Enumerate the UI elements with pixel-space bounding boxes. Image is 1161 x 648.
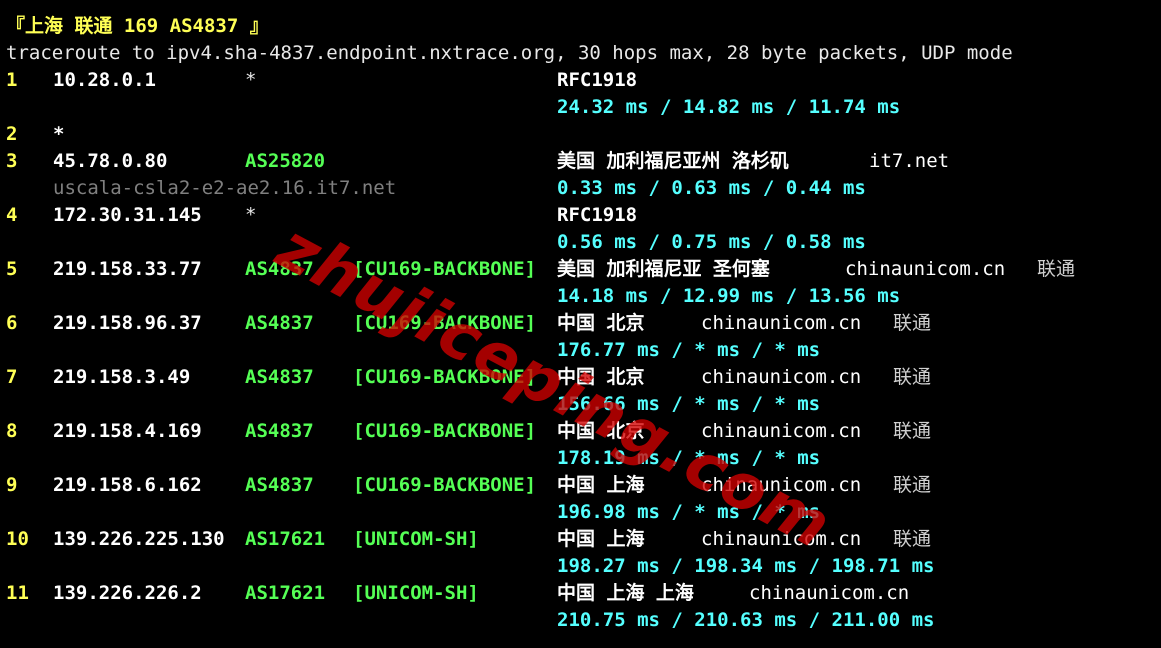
hop-ip: 219.158.33.77: [53, 258, 202, 280]
hop-rtt: 210.75 ms / 210.63 ms / 211.00 ms: [557, 609, 935, 631]
hop-geo: 美国 加利福尼亚州 洛杉矶: [557, 150, 789, 172]
hop-org: it7.net: [869, 150, 950, 172]
hop-isp: 联通: [893, 420, 932, 442]
hop-rtt: 156.66 ms / * ms / * ms: [557, 393, 821, 415]
hop-number: 7: [6, 366, 18, 388]
hop-isp: 联通: [893, 366, 932, 388]
hop-geo: 美国 加利福尼亚 圣何塞: [557, 258, 770, 280]
hop-tag: [CU169-BACKBONE]: [353, 420, 537, 442]
terminal-window: 『上海 联通 169 AS4837 』 traceroute to ipv4.s…: [0, 0, 1161, 648]
hop-number: 3: [6, 150, 18, 172]
hop-geo: 中国 北京: [557, 420, 645, 442]
hop-asn: AS17621: [245, 528, 326, 550]
hop-geo: RFC1918: [557, 69, 638, 91]
hop-asn: AS4837: [245, 312, 314, 334]
hop-number: 2: [6, 123, 18, 145]
hop-isp: 联通: [893, 474, 932, 496]
hop-number: 1: [6, 69, 18, 91]
hop-geo: 中国 上海: [557, 474, 645, 496]
hop-geo: RFC1918: [557, 204, 638, 226]
hop-ip: 219.158.6.162: [53, 474, 202, 496]
hop-asn: AS4837: [245, 420, 314, 442]
hop-org: chinaunicom.cn: [701, 474, 862, 496]
hop-tag: [UNICOM-SH]: [353, 528, 479, 550]
hop-org: chinaunicom.cn: [749, 582, 910, 604]
hop-ip: 219.158.4.169: [53, 420, 202, 442]
hop-rtt: 0.33 ms / 0.63 ms / 0.44 ms: [557, 177, 866, 199]
hop-asn: AS17621: [245, 582, 326, 604]
hop-rtt: 178.19 ms / * ms / * ms: [557, 447, 821, 469]
hop-geo: 中国 上海: [557, 528, 645, 550]
hop-asn: AS4837: [245, 474, 314, 496]
hop-asn: AS25820: [245, 150, 326, 172]
hop-geo: 中国 北京: [557, 312, 645, 334]
hop-tag: [CU169-BACKBONE]: [353, 312, 537, 334]
hop-ip: 172.30.31.145: [53, 204, 202, 226]
hop-rtt: 196.98 ms / * ms / * ms: [557, 501, 821, 523]
hop-number: 4: [6, 204, 18, 226]
hop-asn: AS4837: [245, 366, 314, 388]
hop-number: 8: [6, 420, 18, 442]
hop-asn: *: [245, 69, 257, 91]
hop-isp: 联通: [893, 528, 932, 550]
trace-title: 『上海 联通 169 AS4837 』: [6, 15, 269, 37]
hop-number: 5: [6, 258, 18, 280]
hop-tag: [CU169-BACKBONE]: [353, 474, 537, 496]
hop-geo: 中国 北京: [557, 366, 645, 388]
hop-ip: 139.226.225.130: [53, 528, 225, 550]
hop-rtt: 0.56 ms / 0.75 ms / 0.58 ms: [557, 231, 866, 253]
hop-isp: 联通: [1037, 258, 1076, 280]
hop-number: 11: [6, 582, 29, 604]
hop-rtt: 14.18 ms / 12.99 ms / 13.56 ms: [557, 285, 901, 307]
hop-ip: 219.158.96.37: [53, 312, 202, 334]
hop-org: chinaunicom.cn: [845, 258, 1006, 280]
hop-org: chinaunicom.cn: [701, 528, 862, 550]
hop-ip: 219.158.3.49: [53, 366, 191, 388]
hop-number: 10: [6, 528, 29, 550]
hop-rtt: 176.77 ms / * ms / * ms: [557, 339, 821, 361]
hop-org: chinaunicom.cn: [701, 366, 862, 388]
hop-asn: *: [245, 204, 257, 226]
hop-rdns: uscala-csla2-e2-ae2.16.it7.net: [53, 177, 397, 199]
hop-isp: 联通: [893, 312, 932, 334]
hop-tag: [CU169-BACKBONE]: [353, 366, 537, 388]
hop-asn: AS4837: [245, 258, 314, 280]
hop-org: chinaunicom.cn: [701, 420, 862, 442]
hop-tag: [UNICOM-SH]: [353, 582, 479, 604]
hop-ip: 45.78.0.80: [53, 150, 168, 172]
hop-ip: *: [53, 123, 65, 145]
hop-tag: [CU169-BACKBONE]: [353, 258, 537, 280]
traceroute-header: traceroute to ipv4.sha-4837.endpoint.nxt…: [6, 42, 1013, 64]
hop-rtt: 198.27 ms / 198.34 ms / 198.71 ms: [557, 555, 935, 577]
hop-rtt: 24.32 ms / 14.82 ms / 11.74 ms: [557, 96, 901, 118]
hop-geo: 中国 上海 上海: [557, 582, 694, 604]
hop-ip: 10.28.0.1: [53, 69, 156, 91]
hop-ip: 139.226.226.2: [53, 582, 202, 604]
hop-number: 9: [6, 474, 18, 496]
hop-number: 6: [6, 312, 18, 334]
hop-org: chinaunicom.cn: [701, 312, 862, 334]
